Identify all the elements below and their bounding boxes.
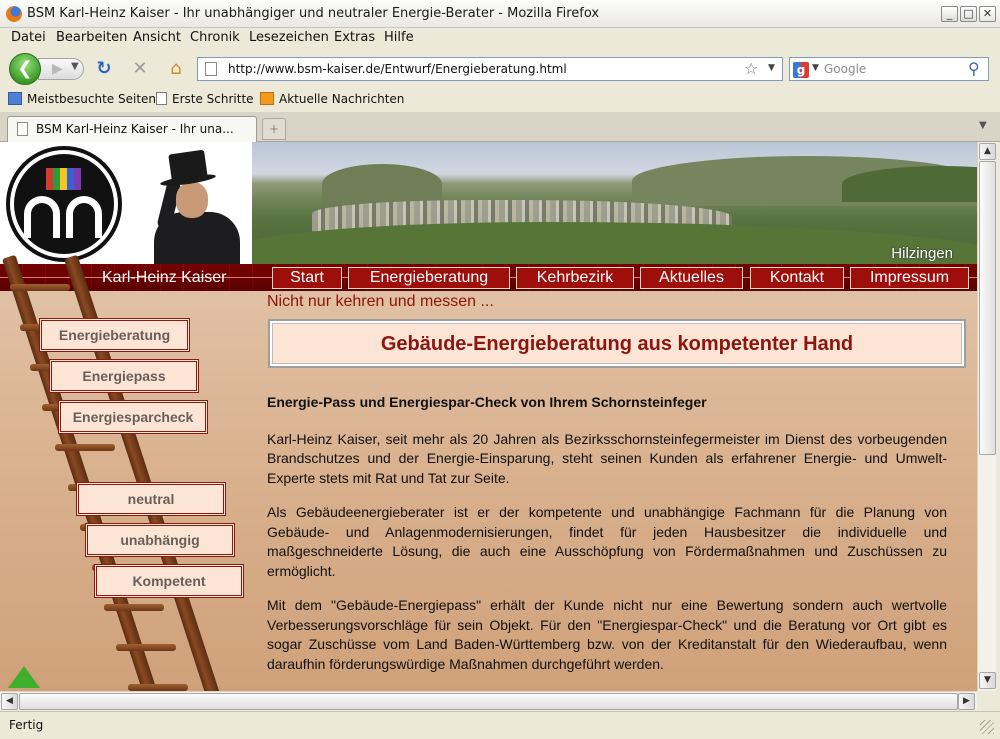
search-bar[interactable]: g ▼ Google ⚲ bbox=[789, 57, 989, 81]
scroll-to-top-icon[interactable] bbox=[8, 666, 40, 688]
nav-kontakt[interactable]: Kontakt bbox=[750, 267, 844, 289]
menu-bearbeiten[interactable]: Bearbeiten bbox=[56, 30, 127, 45]
nav-start[interactable]: Start bbox=[272, 267, 342, 289]
main-content: Energie-Pass und Energiespar-Check von I… bbox=[267, 393, 947, 689]
status-text: Fertig bbox=[9, 718, 44, 732]
home-icon[interactable]: ⌂ bbox=[165, 58, 187, 80]
content-paragraph: Mit dem "Gebäude-Energiepass" erhält der… bbox=[267, 597, 947, 672]
content-paragraph: Als Gebäudeenergieberater ist er der kom… bbox=[267, 504, 947, 579]
bookmark-erste-schritte[interactable]: Erste Schritte bbox=[156, 92, 254, 106]
tab-label: BSM Karl-Heinz Kaiser - Ihr una... bbox=[36, 122, 234, 136]
stop-icon[interactable]: ✕ bbox=[129, 58, 151, 80]
chimney-sweep-portrait bbox=[124, 142, 252, 264]
tagline: Nicht nur kehren und messen ... bbox=[267, 293, 494, 310]
url-bar[interactable]: http://www.bsm-kaiser.de/Entwurf/Energie… bbox=[197, 57, 783, 81]
sidebar-energiepass[interactable]: Energiepass bbox=[50, 360, 198, 392]
page-viewport: Hilzingen Karl-Heinz Kaiser Start Energi… bbox=[0, 142, 977, 691]
scroll-down-icon[interactable]: ▼ bbox=[979, 672, 996, 689]
sidebar-unabhaengig[interactable]: unabhängig bbox=[86, 524, 234, 556]
new-tab-button[interactable]: + bbox=[262, 118, 286, 140]
smart-bookmark-icon bbox=[8, 92, 22, 105]
tab-active[interactable]: BSM Karl-Heinz Kaiser - Ihr una... bbox=[7, 116, 257, 142]
scrollbar-corner bbox=[977, 691, 996, 710]
navigation-toolbar: ▶ ▼ ❮ ↻ ✕ ⌂ http://www.bsm-kaiser.de/Ent… bbox=[0, 50, 1000, 88]
history-dropdown-icon[interactable]: ▼ bbox=[71, 61, 79, 72]
reload-icon[interactable]: ↻ bbox=[93, 58, 115, 80]
nav-kehrbezirk[interactable]: Kehrbezirk bbox=[516, 267, 634, 289]
resize-grip-icon[interactable] bbox=[980, 720, 994, 734]
close-button[interactable]: ✕ bbox=[979, 6, 996, 22]
menu-ansicht[interactable]: Ansicht bbox=[133, 30, 181, 45]
google-icon[interactable]: g bbox=[793, 62, 809, 78]
vertical-scroll-thumb[interactable] bbox=[979, 161, 996, 455]
sidebar-kompetent[interactable]: Kompetent bbox=[95, 565, 243, 597]
page-headline: Gebäude-Energieberatung aus kompetenter … bbox=[380, 333, 854, 355]
sidebar-neutral[interactable]: neutral bbox=[77, 483, 225, 515]
nav-aktuelles[interactable]: Aktuelles bbox=[640, 267, 743, 289]
banner-caption: Hilzingen bbox=[891, 245, 953, 262]
owner-name: Karl-Heinz Kaiser bbox=[102, 269, 227, 286]
window-title: BSM Karl-Heinz Kaiser - Ihr unabhängiger… bbox=[27, 6, 600, 21]
forward-arrow-icon: ▶ bbox=[52, 61, 63, 77]
guild-logo bbox=[6, 146, 122, 262]
search-placeholder[interactable]: Google bbox=[824, 62, 866, 76]
url-text[interactable]: http://www.bsm-kaiser.de/Entwurf/Energie… bbox=[228, 62, 567, 76]
search-icon[interactable]: ⚲ bbox=[968, 59, 980, 78]
menu-chronik[interactable]: Chronik bbox=[190, 30, 240, 45]
tab-list-icon[interactable]: ▼ bbox=[979, 120, 987, 131]
vertical-scrollbar[interactable]: ▲ ▼ bbox=[977, 142, 996, 691]
forward-button[interactable]: ▶ ▼ bbox=[38, 58, 84, 80]
landscape-banner: Hilzingen bbox=[252, 142, 977, 264]
search-engine-dropdown-icon[interactable]: ▼ bbox=[812, 63, 819, 73]
bookmark-meistbesuchte-seiten[interactable]: Meistbesuchte Seiten bbox=[8, 92, 156, 106]
horizontal-scroll-thumb[interactable] bbox=[19, 693, 958, 710]
nav-energieberatung[interactable]: Energieberatung bbox=[348, 267, 510, 289]
sidebar-energieberatung[interactable]: Energieberatung bbox=[40, 319, 189, 351]
scroll-right-icon[interactable]: ▶ bbox=[958, 693, 975, 710]
maximize-button[interactable]: □ bbox=[960, 6, 977, 22]
page-icon bbox=[205, 62, 217, 76]
bookmark-star-icon[interactable]: ☆ bbox=[744, 59, 758, 78]
scroll-up-icon[interactable]: ▲ bbox=[979, 143, 996, 160]
menu-lesezeichen[interactable]: Lesezeichen bbox=[249, 30, 329, 45]
tab-strip: BSM Karl-Heinz Kaiser - Ihr una... + ▼ bbox=[0, 112, 1000, 142]
back-button[interactable]: ❮ bbox=[9, 53, 41, 85]
menu-extras[interactable]: Extras bbox=[334, 30, 375, 45]
status-bar: Fertig bbox=[0, 711, 1000, 739]
menubar: Datei Bearbeiten Ansicht Chronik Lesezei… bbox=[0, 28, 1000, 48]
url-dropdown-icon[interactable]: ▼ bbox=[768, 63, 775, 73]
headline-box: Gebäude-Energieberatung aus kompetenter … bbox=[268, 319, 966, 368]
page-icon bbox=[17, 122, 28, 136]
scroll-left-icon[interactable]: ◀ bbox=[1, 693, 18, 710]
menu-hilfe[interactable]: Hilfe bbox=[384, 30, 414, 45]
content-subheading: Energie-Pass und Energiespar-Check von I… bbox=[267, 394, 707, 410]
content-paragraph: Karl-Heinz Kaiser, seit mehr als 20 Jahr… bbox=[267, 430, 947, 486]
minimize-button[interactable]: _ bbox=[941, 6, 958, 22]
firefox-icon bbox=[6, 6, 22, 22]
bookmarks-toolbar: Meistbesuchte Seiten Erste Schritte Aktu… bbox=[0, 89, 1000, 111]
menu-datei[interactable]: Datei bbox=[11, 30, 46, 45]
sidebar-energiesparcheck[interactable]: Energiesparcheck bbox=[59, 401, 207, 433]
nav-impressum[interactable]: Impressum bbox=[850, 267, 969, 289]
horizontal-scrollbar[interactable]: ◀ ▶ bbox=[0, 691, 977, 710]
rss-feed-icon bbox=[260, 92, 274, 105]
bookmark-aktuelle-nachrichten[interactable]: Aktuelle Nachrichten bbox=[260, 92, 404, 106]
window-titlebar: BSM Karl-Heinz Kaiser - Ihr unabhängiger… bbox=[0, 0, 1000, 28]
page-icon bbox=[156, 92, 167, 105]
